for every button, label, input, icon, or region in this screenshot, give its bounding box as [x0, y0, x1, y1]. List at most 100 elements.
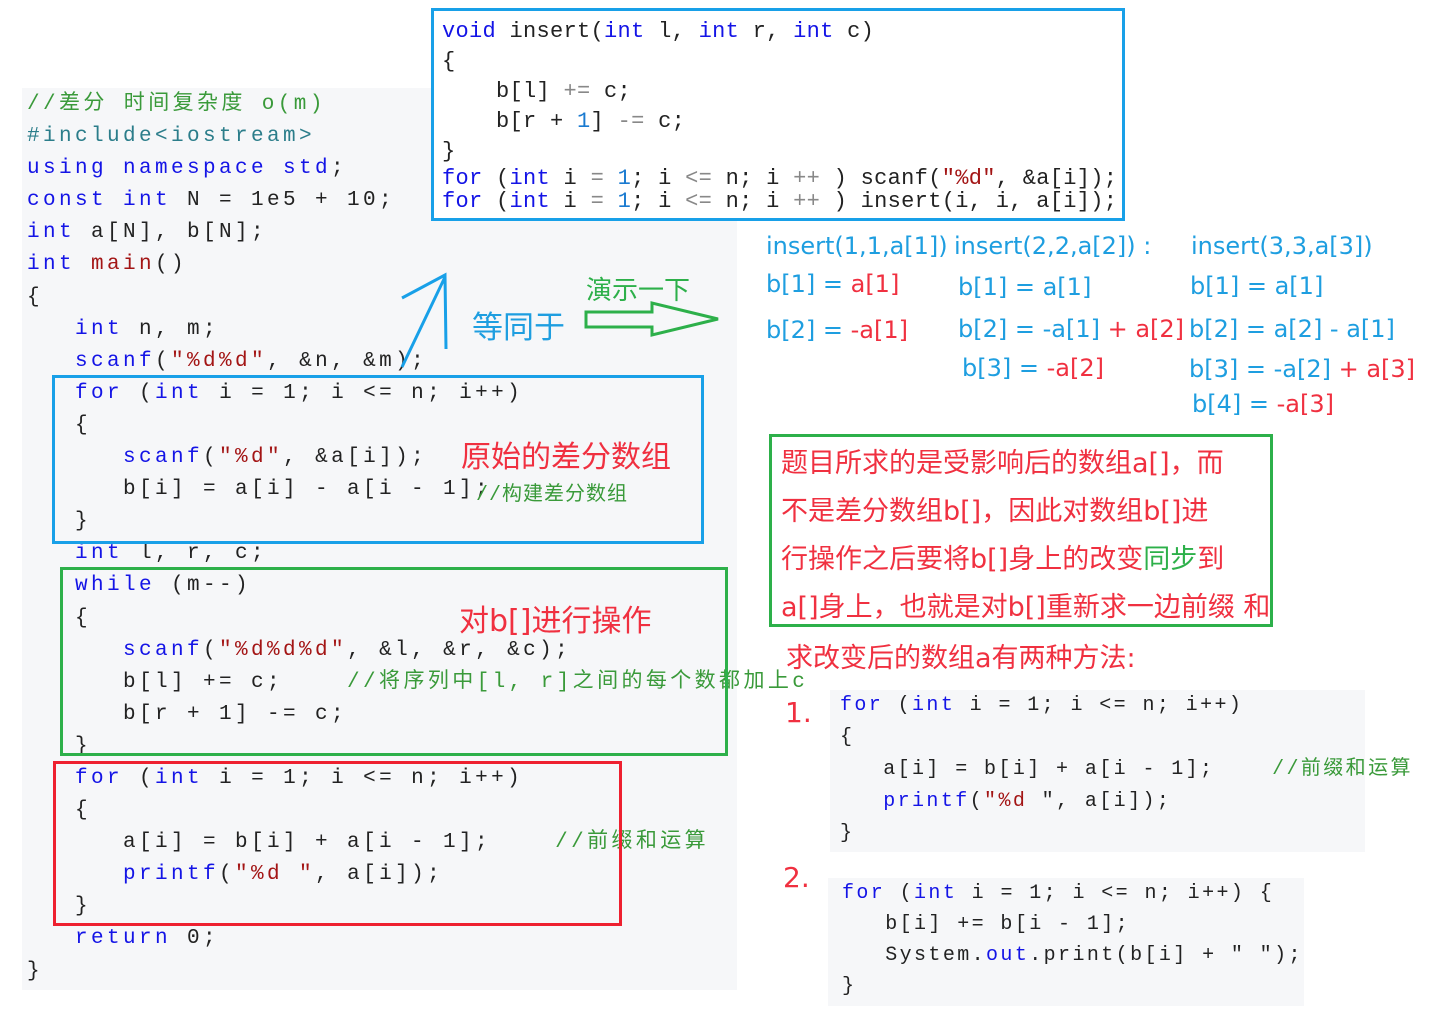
code-token: i = 1; i <= n; i++) {	[957, 882, 1275, 905]
code-token: i	[550, 166, 591, 191]
code-token: int	[793, 19, 834, 44]
explanation-box: 题目所求的是受影响后的数组a[]，而 不是差分数组b[]，因此对数组b[]进 行…	[769, 434, 1273, 627]
code-line: b[r + 1] -= c;	[442, 107, 1117, 137]
code-token: (	[482, 189, 510, 214]
col3-line1: b[1] = a[1]	[1190, 272, 1324, 300]
col1-line2-b: -a[1]	[850, 316, 908, 344]
col1-line1-b: a[1]	[850, 270, 900, 298]
code-token: return	[75, 927, 172, 951]
code-token: n, m;	[123, 317, 220, 341]
code-token: r,	[739, 19, 794, 44]
code-token: b[l]	[442, 79, 564, 104]
insert-function-box: void insert(int l, int r, int c){ b[l] +…	[431, 8, 1125, 221]
code-token: ", a[i]);	[1027, 790, 1172, 813]
code-token: //差分 时间复杂度 o(m)	[27, 93, 326, 116]
code-token: N = 1e5 + 10;	[171, 189, 396, 213]
col3-line4-b: -a[3]	[1276, 390, 1334, 418]
code-token: int	[698, 19, 740, 44]
code-token: int	[912, 694, 956, 717]
code-token: ++	[793, 166, 821, 191]
explanation-line-3: 行操作之后要将b[]身上的改变同步到	[781, 537, 1224, 576]
method1-label: 1.	[785, 696, 812, 729]
code-token: {	[442, 49, 456, 74]
code-token: "%d%d"	[171, 349, 268, 373]
insert-code-lines: void insert(int l, int r, int c){ b[l] +…	[442, 17, 1117, 213]
col3-line4-a: b[4] =	[1192, 390, 1277, 418]
code-token: int	[509, 166, 551, 191]
code-token: main	[91, 253, 156, 277]
code-token: (	[885, 882, 915, 905]
code-token: n; i	[712, 189, 794, 214]
method2-code-block: for (int i = 1; i <= n; i++) { b[i] += b…	[828, 878, 1304, 1006]
code-token: //前缀和运算	[1272, 758, 1413, 781]
code-token: ;	[331, 157, 348, 181]
code-token: a[N], b[N];	[75, 221, 268, 245]
code-line: {	[840, 722, 1413, 754]
code-token: {	[27, 285, 44, 309]
prefix-sum-box	[53, 761, 622, 926]
explanation-line-3a: 行操作之后要将b[]身上的改变	[781, 544, 1144, 575]
col3-line4: b[4] = -a[3]	[1192, 390, 1334, 418]
code-token: for	[442, 189, 483, 214]
code-token: }	[27, 959, 44, 983]
col2-line2-b: + a[2]	[1107, 315, 1185, 343]
code-token: 1	[617, 166, 632, 191]
code-token: -=	[617, 109, 645, 134]
col2-title: insert(2,2,a[2]) :	[954, 232, 1152, 260]
code-token: (	[482, 166, 510, 191]
col3-line3: b[3] = -a[2] + a[3]	[1189, 355, 1415, 383]
code-token: for	[840, 694, 884, 717]
code-token: }	[840, 822, 855, 845]
col3-line3-a: b[3] = -a[2]	[1189, 355, 1339, 383]
code-token: void	[442, 19, 497, 44]
code-token: }	[842, 975, 857, 998]
code-token: int	[75, 542, 124, 566]
col1-line1-a: b[1] =	[766, 270, 851, 298]
code-token: ()	[155, 253, 188, 277]
code-token: #include<iostream>	[27, 125, 316, 149]
code-token: for	[842, 882, 886, 905]
code-token: scanf	[75, 349, 156, 373]
explanation-line-3c: 到	[1197, 544, 1225, 575]
explanation-line-4: a[]身上，也就是对b[]重新求一边前缀 和	[781, 592, 1271, 623]
code-token: {	[840, 726, 855, 749]
code-token: int	[27, 253, 76, 277]
code-token: l,	[644, 19, 699, 44]
method1-code-block: for (int i = 1; i <= n; i++){ a[i] = b[i…	[830, 690, 1410, 852]
method2-code-lines: for (int i = 1; i <= n; i++) { b[i] += b…	[842, 878, 1303, 1002]
code-token: insert(	[496, 19, 605, 44]
code-token: c;	[590, 79, 632, 104]
code-line: for (int i = 1; i <= n; i ++ ) insert(i,…	[442, 190, 1117, 213]
code-token: a[i] = b[i] + a[i - 1];	[840, 758, 1273, 781]
code-line: b[l] += c;	[442, 77, 1117, 107]
code-line: }	[442, 137, 1117, 167]
code-token: n; i	[712, 166, 794, 191]
code-line: }	[842, 971, 1303, 1002]
code-token: +=	[563, 79, 591, 104]
explanation-sync: 同步	[1143, 544, 1198, 575]
code-token: =	[590, 189, 605, 214]
col3-title: insert(3,3,a[3])	[1191, 232, 1373, 260]
method1-code-lines: for (int i = 1; i <= n; i++){ a[i] = b[i…	[840, 690, 1413, 850]
methods-heading: 求改变后的数组a有两种方法:	[786, 643, 1136, 674]
code-line: printf("%d ", a[i]);	[840, 786, 1413, 818]
operate-b-label: 对b[]进行操作	[459, 604, 652, 639]
code-token: (	[155, 349, 172, 373]
code-token: using namespace std	[27, 157, 332, 181]
code-token: const int	[27, 189, 172, 213]
code-token: (	[883, 694, 913, 717]
code-token: l, r, c;	[123, 542, 268, 566]
code-token: ]	[590, 109, 618, 134]
code-token: System.	[842, 944, 987, 967]
col2-line2-a: b[2] = -a[1]	[958, 315, 1108, 343]
code-token: =	[590, 166, 605, 191]
code-token: ) scanf(	[820, 166, 942, 191]
